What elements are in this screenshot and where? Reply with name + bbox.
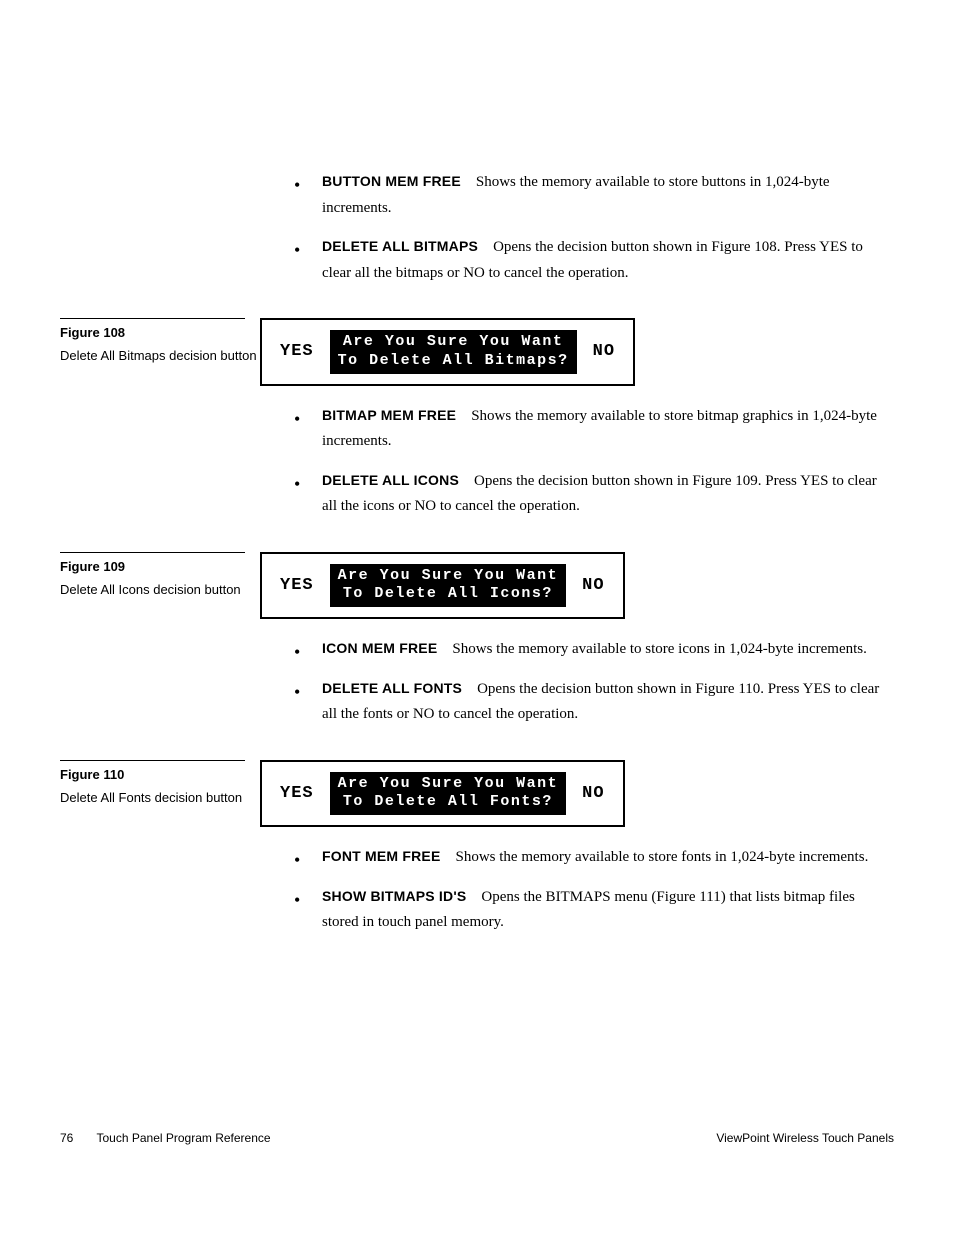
dialog-message: Are You Sure You Want To Delete All Bitm… xyxy=(330,330,577,374)
list-item: FONT MEM FREE Shows the memory available… xyxy=(294,845,894,871)
list-item: SHOW BITMAPS ID'S Opens the BITMAPS menu… xyxy=(294,885,894,936)
bullet-list-1: BUTTON MEM FREE Shows the memory availab… xyxy=(260,170,894,286)
page-footer: 76 Touch Panel Program Reference ViewPoi… xyxy=(60,1131,894,1145)
term-delete-all-bitmaps: DELETE ALL BITMAPS xyxy=(322,238,478,254)
list-item: DELETE ALL BITMAPS Opens the decision bu… xyxy=(294,235,894,286)
term-font-mem-free: FONT MEM FREE xyxy=(322,848,440,864)
term-icon-mem-free: ICON MEM FREE xyxy=(322,640,437,656)
yes-button[interactable]: YES xyxy=(274,780,320,807)
term-delete-all-fonts: DELETE ALL FONTS xyxy=(322,680,462,696)
dialog-message: Are You Sure You Want To Delete All Icon… xyxy=(330,564,567,608)
figure-caption: Delete All Icons decision button xyxy=(60,580,260,600)
yes-button[interactable]: YES xyxy=(274,338,320,365)
no-button[interactable]: NO xyxy=(587,338,621,365)
term-show-bitmaps-ids: SHOW BITMAPS ID'S xyxy=(322,888,466,904)
body-text: Shows the memory available to store font… xyxy=(455,849,868,865)
figure-caption: Delete All Fonts decision button xyxy=(60,788,260,808)
dialog-message: Are You Sure You Want To Delete All Font… xyxy=(330,772,567,816)
bullet-list-3: ICON MEM FREE Shows the memory available… xyxy=(260,637,894,728)
delete-all-icons-dialog: YES Are You Sure You Want To Delete All … xyxy=(260,552,625,620)
no-button[interactable]: NO xyxy=(576,780,610,807)
figure-109-caption-block: Figure 109 Delete All Icons decision but… xyxy=(60,552,260,620)
delete-all-fonts-dialog: YES Are You Sure You Want To Delete All … xyxy=(260,760,625,828)
figure-label: Figure 108 xyxy=(60,325,260,340)
term-delete-all-icons: DELETE ALL ICONS xyxy=(322,472,459,488)
no-button[interactable]: NO xyxy=(576,572,610,599)
figure-label: Figure 110 xyxy=(60,767,260,782)
figure-label: Figure 109 xyxy=(60,559,260,574)
figure-108-caption-block: Figure 108 Delete All Bitmaps decision b… xyxy=(60,318,260,386)
bullet-list-4: FONT MEM FREE Shows the memory available… xyxy=(260,845,894,936)
term-bitmap-mem-free: BITMAP MEM FREE xyxy=(322,407,456,423)
list-item: BITMAP MEM FREE Shows the memory availab… xyxy=(294,404,894,455)
page-number: 76 xyxy=(60,1131,73,1145)
list-item: BUTTON MEM FREE Shows the memory availab… xyxy=(294,170,894,221)
yes-button[interactable]: YES xyxy=(274,572,320,599)
list-item: DELETE ALL FONTS Opens the decision butt… xyxy=(294,677,894,728)
delete-all-bitmaps-dialog: YES Are You Sure You Want To Delete All … xyxy=(260,318,635,386)
bullet-list-2: BITMAP MEM FREE Shows the memory availab… xyxy=(260,404,894,520)
footer-right-text: ViewPoint Wireless Touch Panels xyxy=(716,1131,894,1145)
body-text: Shows the memory available to store icon… xyxy=(452,641,867,657)
footer-left-text: Touch Panel Program Reference xyxy=(96,1131,270,1145)
list-item: ICON MEM FREE Shows the memory available… xyxy=(294,637,894,663)
figure-caption: Delete All Bitmaps decision button xyxy=(60,346,260,366)
list-item: DELETE ALL ICONS Opens the decision butt… xyxy=(294,469,894,520)
term-button-mem-free: BUTTON MEM FREE xyxy=(322,173,461,189)
figure-110-caption-block: Figure 110 Delete All Fonts decision but… xyxy=(60,760,260,828)
